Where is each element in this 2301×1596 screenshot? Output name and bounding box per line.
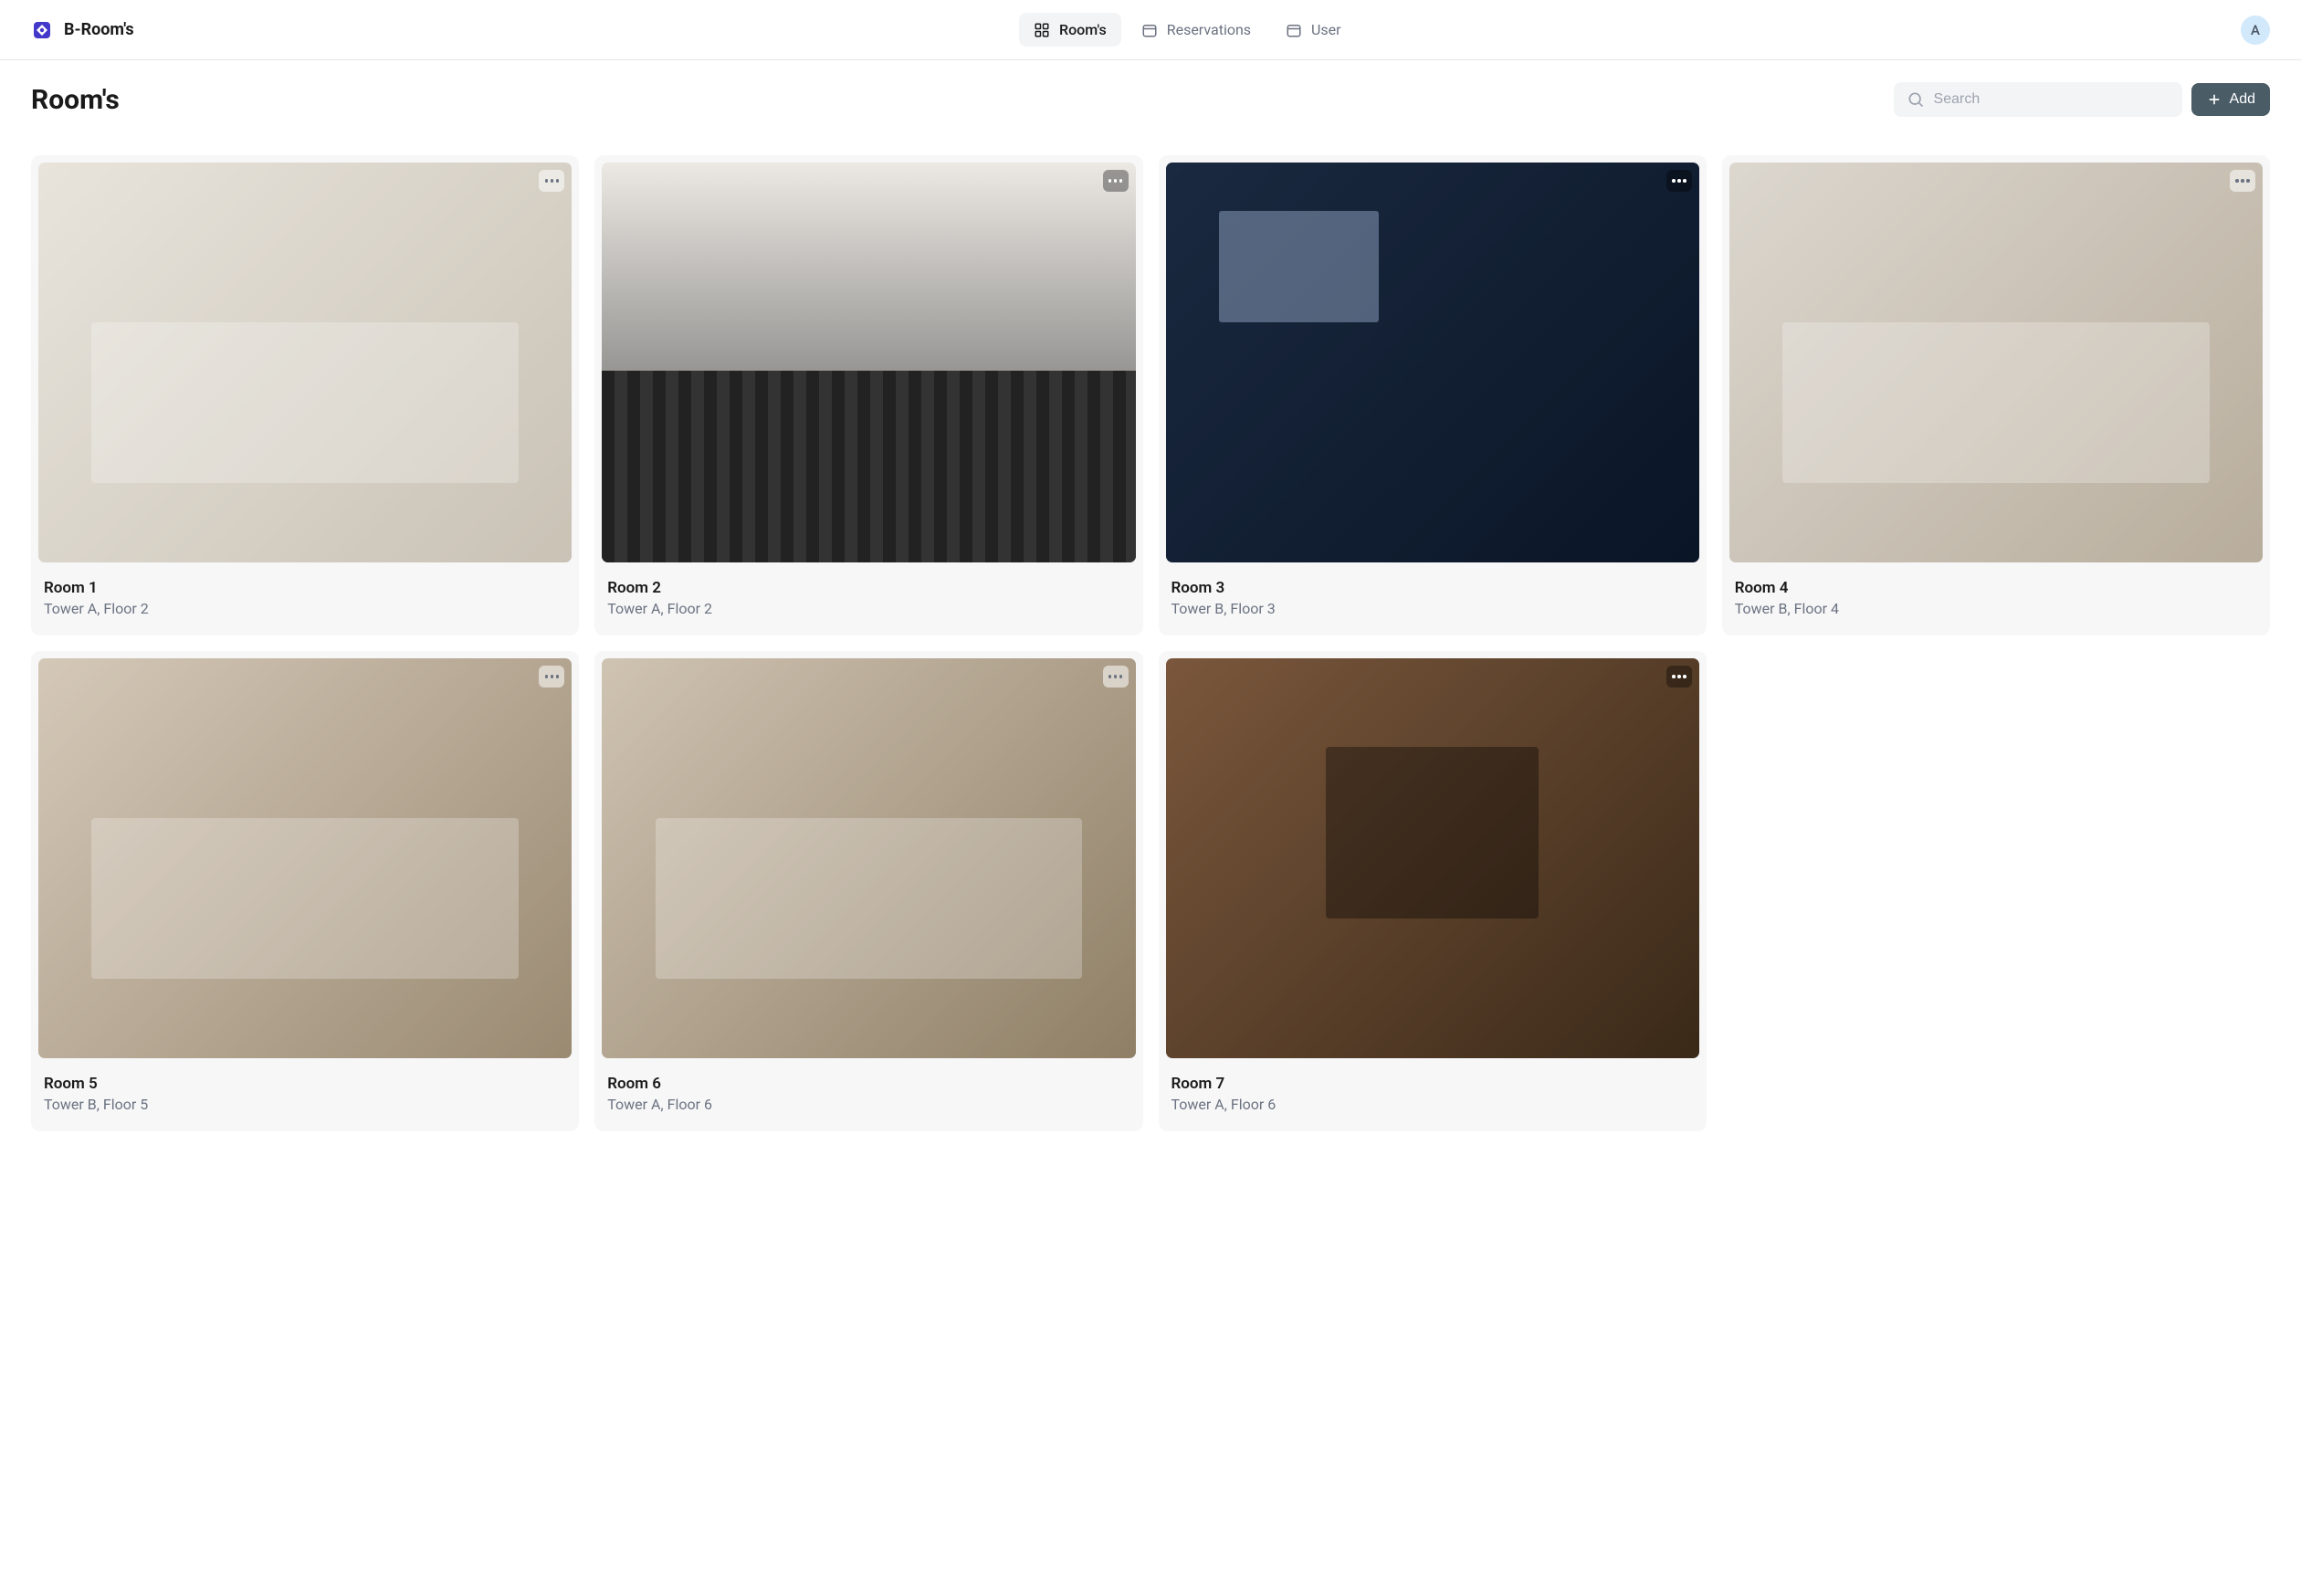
app-header: B-Room's Room's Reservations User A	[0, 0, 2301, 60]
more-horizontal-icon	[1672, 179, 1686, 183]
more-horizontal-icon	[1108, 675, 1123, 678]
nav-user-label: User	[1311, 21, 1341, 38]
room-card[interactable]: Room 6 Tower A, Floor 6	[594, 651, 1142, 1131]
room-title: Room 7	[1172, 1075, 1694, 1093]
calendar-icon	[1286, 22, 1302, 38]
card-body: Room 4 Tower B, Floor 4	[1729, 562, 2263, 617]
card-menu-button[interactable]	[539, 666, 564, 688]
nav-reservations[interactable]: Reservations	[1127, 13, 1266, 47]
room-card[interactable]: Room 4 Tower B, Floor 4	[1722, 155, 2270, 635]
more-horizontal-icon	[545, 675, 560, 678]
room-location: Tower A, Floor 2	[44, 600, 566, 617]
app-logo-icon	[31, 19, 53, 41]
card-body: Room 3 Tower B, Floor 3	[1166, 562, 1699, 617]
plus-icon	[2206, 91, 2222, 108]
card-menu-button[interactable]	[1666, 666, 1692, 688]
card-body: Room 2 Tower A, Floor 2	[602, 562, 1135, 617]
room-location: Tower A, Floor 6	[607, 1096, 1129, 1113]
room-location: Tower A, Floor 2	[607, 600, 1129, 617]
card-body: Room 6 Tower A, Floor 6	[602, 1058, 1135, 1113]
room-thumbnail	[1166, 658, 1699, 1058]
room-title: Room 4	[1735, 579, 2257, 597]
more-horizontal-icon	[1108, 179, 1123, 183]
room-card[interactable]: Room 3 Tower B, Floor 3	[1159, 155, 1707, 635]
room-card[interactable]: Room 1 Tower A, Floor 2	[31, 155, 579, 635]
room-thumbnail	[38, 163, 572, 562]
room-location: Tower B, Floor 5	[44, 1096, 566, 1113]
nav-reservations-label: Reservations	[1167, 21, 1251, 38]
room-location: Tower B, Floor 3	[1172, 600, 1694, 617]
avatar-initial: A	[2251, 22, 2260, 38]
page-title: Room's	[31, 84, 1894, 116]
grid-icon	[1034, 22, 1050, 38]
nav-rooms[interactable]: Room's	[1019, 13, 1121, 47]
add-button[interactable]: Add	[2191, 83, 2270, 116]
card-menu-button[interactable]	[1103, 666, 1129, 688]
room-location: Tower A, Floor 6	[1172, 1096, 1694, 1113]
room-title: Room 2	[607, 579, 1129, 597]
page-header: Room's Add	[31, 82, 2270, 117]
user-avatar[interactable]: A	[2241, 16, 2270, 45]
room-title: Room 5	[44, 1075, 566, 1093]
brand: B-Room's	[31, 19, 134, 41]
more-horizontal-icon	[1672, 675, 1686, 678]
room-thumbnail	[602, 658, 1135, 1058]
room-thumbnail	[602, 163, 1135, 562]
card-menu-button[interactable]	[539, 170, 564, 192]
search-box[interactable]	[1894, 82, 2182, 117]
nav-user[interactable]: User	[1271, 13, 1356, 47]
card-menu-button[interactable]	[1666, 170, 1692, 192]
room-thumbnail	[1166, 163, 1699, 562]
page-content: Room's Add Room 1 Tower A, Floor 2	[0, 60, 2301, 1153]
card-menu-button[interactable]	[2230, 170, 2255, 192]
room-title: Room 3	[1172, 579, 1694, 597]
room-title: Room 1	[44, 579, 566, 597]
brand-text: B-Room's	[64, 20, 134, 39]
more-horizontal-icon	[545, 179, 560, 183]
room-title: Room 6	[607, 1075, 1129, 1093]
calendar-icon	[1141, 22, 1158, 38]
search-input[interactable]	[1934, 91, 2170, 108]
more-horizontal-icon	[2235, 179, 2250, 183]
room-card[interactable]: Room 7 Tower A, Floor 6	[1159, 651, 1707, 1131]
search-icon	[1907, 90, 1925, 109]
nav-rooms-label: Room's	[1059, 21, 1107, 38]
card-body: Room 1 Tower A, Floor 2	[38, 562, 572, 617]
room-thumbnail	[38, 658, 572, 1058]
card-menu-button[interactable]	[1103, 170, 1129, 192]
card-body: Room 7 Tower A, Floor 6	[1166, 1058, 1699, 1113]
room-card[interactable]: Room 2 Tower A, Floor 2	[594, 155, 1142, 635]
add-button-label: Add	[2230, 91, 2255, 108]
room-thumbnail	[1729, 163, 2263, 562]
top-nav: Room's Reservations User	[1019, 13, 1356, 47]
room-card[interactable]: Room 5 Tower B, Floor 5	[31, 651, 579, 1131]
card-body: Room 5 Tower B, Floor 5	[38, 1058, 572, 1113]
room-location: Tower B, Floor 4	[1735, 600, 2257, 617]
room-grid: Room 1 Tower A, Floor 2 Room 2 Tower A, …	[31, 155, 2270, 1131]
